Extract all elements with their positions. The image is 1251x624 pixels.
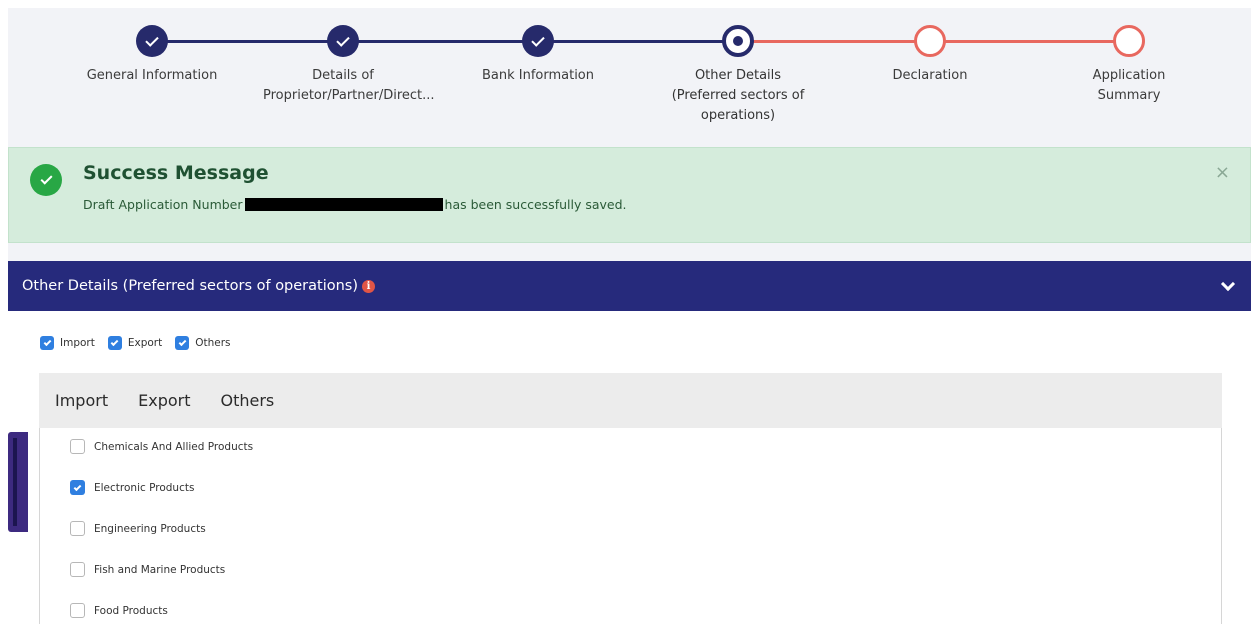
operation-type-checkboxes: Import Export Others [40,336,244,350]
step-done-check-icon [136,25,168,57]
step-label: Application Summary [1092,68,1166,103]
product-list: Chemicals And Allied Products Electronic… [39,428,1222,624]
alert-title: Success Message [83,162,269,184]
tab-others[interactable]: Others [220,391,274,410]
section-title: Other Details (Preferred sectors of oper… [22,278,359,294]
step-label: Details of Proprietor/Partner/Direct... [263,68,435,103]
checkbox-label: Import [60,337,95,349]
product-label: Engineering Products [94,522,206,535]
checkbox-unchecked-icon[interactable] [70,439,85,454]
checkbox-unchecked-icon[interactable] [70,603,85,618]
close-icon[interactable]: × [1215,162,1230,183]
product-label: Fish and Marine Products [94,563,226,576]
success-alert: Success Message Draft Application Number… [8,147,1251,243]
alert-message-prefix: Draft Application Number [83,197,243,212]
alert-message: Draft Application Number has been succes… [83,197,627,212]
step-label: Declaration [892,68,968,83]
step-done-check-icon [327,25,359,57]
alert-message-suffix: has been successfully saved. [444,197,627,212]
tab-export[interactable]: Export [138,391,190,410]
step-done-check-icon [522,25,554,57]
chevron-down-icon[interactable] [1220,276,1236,292]
side-tab-strip [13,438,17,526]
step-label: Bank Information [481,68,595,83]
sector-tabs: Import Export Others [39,373,1222,428]
list-item[interactable]: Fish and Marine Products [70,562,225,577]
checkbox-unchecked-icon[interactable] [70,521,85,536]
step-label: General Information [86,68,218,83]
checkbox-others[interactable]: Others [175,336,231,350]
product-label: Electronic Products [94,481,195,494]
checkbox-label: Others [195,337,231,349]
checkbox-checked-icon[interactable] [175,336,190,350]
step-label: Other Details (Preferred sectors of oper… [671,68,805,123]
side-feedback-tab[interactable] [8,432,28,532]
list-item[interactable]: Food Products [70,603,168,618]
tab-import[interactable]: Import [55,391,108,410]
stepper-line-completed [142,40,753,43]
checkbox-checked-icon[interactable] [107,336,122,350]
checkbox-export[interactable]: Export [107,336,163,350]
redacted-application-number [244,198,443,211]
checkbox-checked-icon[interactable] [70,480,85,495]
checkbox-unchecked-icon[interactable] [70,562,85,577]
info-icon[interactable]: i [362,279,376,293]
step-pending-icon [914,25,946,57]
checkbox-label: Export [127,337,163,349]
checkbox-checked-icon[interactable] [40,336,54,350]
step-pending-icon [1113,25,1145,57]
spacer [8,243,1251,261]
progress-stepper: General Information Details of Proprieto… [8,8,1251,147]
list-item[interactable]: Chemicals And Allied Products [70,439,253,454]
section-header-other-details[interactable]: Other Details (Preferred sectors of oper… [8,261,1251,311]
list-item[interactable]: Engineering Products [70,521,206,536]
checkbox-import[interactable]: Import [40,336,95,350]
step-current-icon [722,25,754,57]
list-item[interactable]: Electronic Products [70,480,194,495]
success-check-icon [30,164,62,196]
product-label: Chemicals And Allied Products [94,440,254,453]
product-label: Food Products [94,604,168,617]
